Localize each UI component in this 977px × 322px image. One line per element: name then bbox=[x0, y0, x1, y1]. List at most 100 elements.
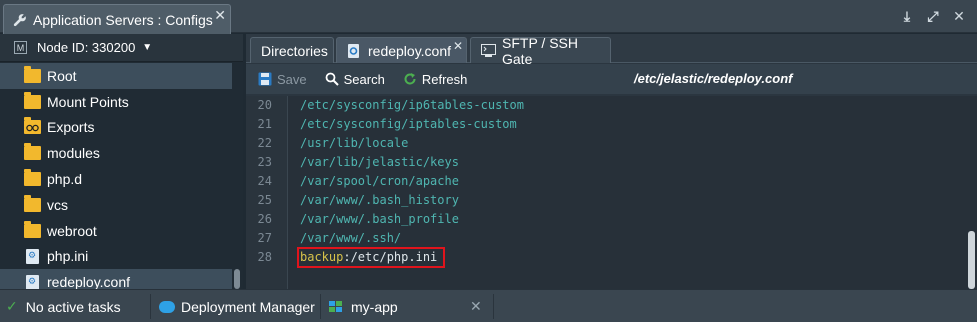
chevron-down-icon[interactable]: ▼ bbox=[142, 42, 152, 53]
editor-tabs: Directories redeploy.conf ✕ SFTP / SSH G… bbox=[246, 34, 977, 67]
code-line: 22/usr/lib/locale bbox=[246, 134, 966, 153]
window-tab-close-icon[interactable]: ✕ bbox=[214, 7, 226, 24]
tree-item-php-d[interactable]: php.d bbox=[0, 166, 232, 192]
close-icon[interactable]: ✕ bbox=[951, 8, 967, 24]
folder-icon bbox=[24, 91, 41, 109]
folder-icon bbox=[24, 169, 41, 187]
code-line: 25/var/www/.bash_history bbox=[246, 191, 966, 210]
tree-item-label: Exports bbox=[47, 119, 95, 136]
line-text: /etc/sysconfig/iptables-custom bbox=[300, 117, 517, 131]
node-selector[interactable]: M Node ID: 330200 ▼ bbox=[0, 34, 243, 62]
line-number: 28 bbox=[257, 250, 272, 264]
save-icon bbox=[258, 72, 272, 86]
window-titlebar: Application Servers : Configs ✕ ⤓ ⤢ ✕ bbox=[0, 0, 977, 34]
tree-item-mount-points[interactable]: Mount Points bbox=[0, 89, 232, 115]
refresh-icon bbox=[403, 72, 417, 86]
tasks-label: No active tasks bbox=[25, 298, 121, 315]
search-label: Search bbox=[343, 71, 385, 87]
line-text: /usr/lib/locale bbox=[300, 136, 409, 150]
sidebar-scrollbar-thumb[interactable] bbox=[234, 269, 240, 289]
wrench-icon bbox=[13, 13, 26, 26]
tree-item-exports[interactable]: Exports bbox=[0, 115, 232, 141]
deployment-manager-button[interactable]: Deployment Manager bbox=[159, 290, 315, 322]
code-line: 20/etc/sysconfig/ip6tables-custom bbox=[246, 96, 966, 115]
config-file-icon bbox=[347, 43, 361, 58]
file-tree-sidebar: M Node ID: 330200 ▼ Root Mount Points Ex… bbox=[0, 34, 243, 296]
divider bbox=[493, 294, 494, 319]
search-icon bbox=[325, 72, 339, 86]
tab-redeploy-conf[interactable]: redeploy.conf ✕ bbox=[336, 37, 467, 63]
config-file-icon bbox=[26, 274, 39, 290]
exports-folder-icon bbox=[24, 117, 41, 135]
line-number: 20 bbox=[257, 98, 272, 112]
expand-icon[interactable]: ⤢ bbox=[925, 8, 941, 24]
code-line: 24/var/spool/cron/apache bbox=[246, 172, 966, 191]
tab-close-icon[interactable]: ✕ bbox=[453, 39, 463, 53]
tree-item-label: redeploy.conf bbox=[47, 274, 131, 291]
window-tab[interactable]: Application Servers : Configs ✕ bbox=[3, 4, 231, 34]
editor-scrollbar-thumb[interactable] bbox=[968, 231, 975, 289]
refresh-button[interactable]: Refresh bbox=[403, 71, 468, 87]
status-bar: ✓ No active tasks Deployment Manager my-… bbox=[0, 289, 977, 322]
tree-item-modules[interactable]: modules bbox=[0, 140, 232, 166]
editor-toolbar: Save Search Refresh /etc/jelastic/redepl… bbox=[246, 64, 977, 94]
line-text: /var/www/.bash_profile bbox=[300, 212, 459, 226]
tree-item-label: php.d bbox=[47, 171, 83, 188]
node-badge: M bbox=[14, 41, 27, 54]
tree-item-label: modules bbox=[47, 145, 100, 162]
line-number: 23 bbox=[257, 155, 272, 169]
line-number: 27 bbox=[257, 231, 272, 245]
cloud-icon bbox=[159, 300, 175, 313]
line-number: 25 bbox=[257, 193, 272, 207]
tree-item-root[interactable]: Root bbox=[0, 63, 232, 89]
line-number: 22 bbox=[257, 136, 272, 150]
app-label: my-app bbox=[351, 298, 398, 315]
app-tab-close-icon[interactable]: ✕ bbox=[470, 290, 482, 322]
editor-scrollbar[interactable] bbox=[968, 96, 975, 289]
deployment-label: Deployment Manager bbox=[181, 298, 315, 315]
line-number: 24 bbox=[257, 174, 272, 188]
tree-item-webroot[interactable]: webroot bbox=[0, 218, 232, 244]
tab-label: Directories bbox=[261, 42, 328, 59]
line-number: 21 bbox=[257, 117, 272, 131]
save-button[interactable]: Save bbox=[258, 72, 307, 87]
window-controls: ⤓ ⤢ ✕ bbox=[899, 8, 967, 24]
app-tab[interactable]: my-app bbox=[329, 290, 398, 322]
tree-item-label: php.ini bbox=[47, 248, 89, 265]
download-icon[interactable]: ⤓ bbox=[899, 8, 915, 24]
line-text: /var/spool/cron/apache bbox=[300, 174, 459, 188]
tasks-status[interactable]: ✓ No active tasks bbox=[6, 290, 121, 322]
tab-label: redeploy.conf bbox=[368, 42, 452, 59]
folder-icon bbox=[24, 65, 41, 83]
code-line: 23/var/lib/jelastic/keys bbox=[246, 153, 966, 172]
tree-item-label: Root bbox=[47, 67, 77, 84]
tree-item-label: webroot bbox=[47, 222, 97, 239]
file-path: /etc/jelastic/redeploy.conf bbox=[634, 71, 793, 86]
save-label: Save bbox=[277, 71, 307, 87]
code-line: 27/var/www/.ssh/ bbox=[246, 229, 966, 248]
config-file-icon bbox=[26, 248, 39, 264]
tree-item-php-ini[interactable]: php.ini bbox=[0, 244, 232, 270]
sidebar-scrollbar[interactable] bbox=[233, 63, 241, 289]
code-line: 26/var/www/.bash_profile bbox=[246, 210, 966, 229]
tree-item-vcs[interactable]: vcs bbox=[0, 192, 232, 218]
divider bbox=[320, 294, 321, 319]
node-label: Node ID: 330200 bbox=[37, 40, 136, 55]
code-line: 21/etc/sysconfig/iptables-custom bbox=[246, 115, 966, 134]
folder-icon bbox=[24, 143, 41, 161]
code-editor[interactable]: 20/etc/sysconfig/ip6tables-custom 21/etc… bbox=[246, 96, 977, 289]
terminal-icon bbox=[481, 43, 496, 58]
file-tree: Root Mount Points Exports modules php.d bbox=[0, 63, 232, 296]
environment-icon bbox=[329, 300, 343, 313]
tree-item-label: vcs bbox=[47, 196, 68, 213]
editor-panel: Directories redeploy.conf ✕ SFTP / SSH G… bbox=[246, 34, 977, 289]
line-number: 26 bbox=[257, 212, 272, 226]
refresh-label: Refresh bbox=[421, 71, 468, 87]
tab-directories[interactable]: Directories bbox=[250, 37, 334, 63]
window-title: Application Servers : Configs bbox=[33, 11, 213, 28]
line-text: /var/www/.ssh/ bbox=[300, 231, 402, 245]
divider bbox=[150, 294, 151, 319]
highlight-box bbox=[297, 247, 445, 268]
search-button[interactable]: Search bbox=[325, 72, 385, 87]
tab-sftp-ssh-gate[interactable]: SFTP / SSH Gate bbox=[470, 35, 611, 67]
